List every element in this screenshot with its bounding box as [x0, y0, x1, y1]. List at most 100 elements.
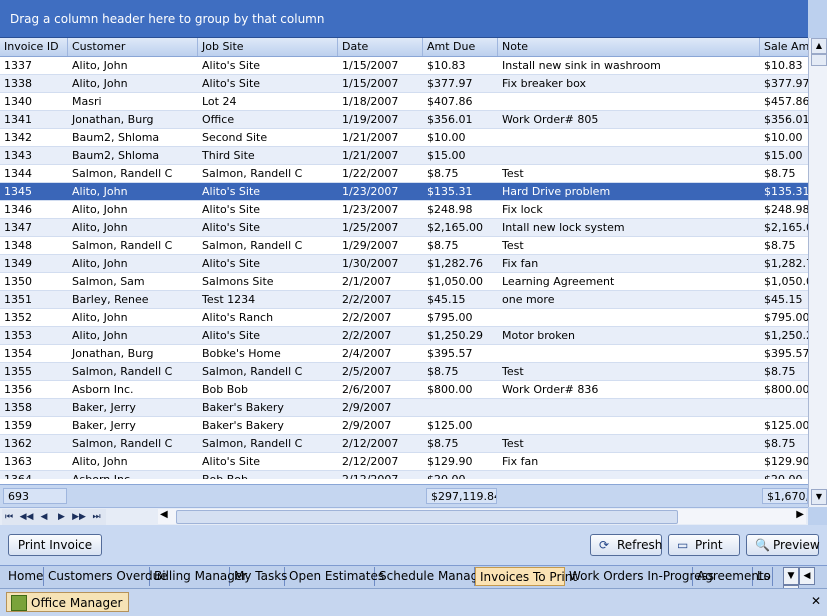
preview-button[interactable]: 🔍 Preview: [746, 534, 820, 556]
table-cell: Test: [502, 239, 524, 252]
column-header-invoice-id[interactable]: Invoice ID: [0, 38, 68, 56]
table-row[interactable]: 1350 Salmon, Sam Salmons Site 2/1/2007 $1,05…: [0, 273, 808, 291]
table-cell: $125.00: [764, 419, 808, 432]
print-button[interactable]: ▭ Print: [668, 534, 740, 556]
table-row[interactable]: 1358 Baker, Jerry Baker's Bakery 2/9/2007: [0, 399, 808, 417]
table-cell: $377.97: [427, 77, 473, 90]
tab-schedule-manager[interactable]: Schedule Manager: [375, 567, 491, 586]
tab-work-orders-in-progress[interactable]: Work Orders In-Progress: [565, 567, 714, 586]
table-cell: Alito, John: [72, 257, 128, 270]
table-cell: Baum2, Shloma: [72, 149, 160, 162]
first-page-icon[interactable]: ⏮: [2, 510, 16, 524]
invoice-grid: Invoice ID Customer Job Site Date Amt Du…: [0, 38, 808, 507]
scroll-left-icon[interactable]: ◀: [160, 509, 168, 520]
table-cell: Alito's Site: [202, 185, 261, 198]
table-cell: 1343: [4, 149, 32, 162]
table-cell: 1351: [4, 293, 32, 306]
last-page-icon[interactable]: ⏭: [90, 510, 104, 524]
scroll-right-icon[interactable]: ▶: [796, 509, 804, 520]
table-row[interactable]: 1347 Alito, John Alito's Site 1/25/2007 $2,1…: [0, 219, 808, 237]
table-cell: Baker, Jerry: [72, 401, 136, 414]
refresh-button[interactable]: ⟳ Refresh: [590, 534, 662, 556]
print-invoice-button[interactable]: Print Invoice: [8, 534, 102, 556]
table-cell: Motor broken: [502, 329, 575, 342]
tab-agreements[interactable]: Agreements: [693, 567, 770, 586]
table-row[interactable]: 1354 Jonathan, Burg Bobke's Home 2/4/2007 $3…: [0, 345, 808, 363]
table-row[interactable]: 1349 Alito, John Alito's Site 1/30/2007 $1,2…: [0, 255, 808, 273]
horizontal-scrollbar[interactable]: ◀ ▶: [158, 509, 806, 524]
table-cell: Alito's Site: [202, 77, 261, 90]
table-cell: Hard Drive problem: [502, 185, 611, 198]
table-row[interactable]: 1337 Alito, John Alito's Site 1/15/2007 $10.…: [0, 57, 808, 75]
table-cell: $129.90: [427, 455, 473, 468]
vertical-scrollbar[interactable]: ▲ ▼: [808, 38, 827, 507]
table-cell: 1354: [4, 347, 32, 360]
table-cell: 2/12/2007: [342, 455, 399, 468]
column-header-date[interactable]: Date: [338, 38, 423, 56]
column-header-amt-due[interactable]: Amt Due: [423, 38, 498, 56]
table-row[interactable]: 1359 Baker, Jerry Baker's Bakery 2/9/2007 $1…: [0, 417, 808, 435]
record-navigator: ⏮ ◀◀ ◀ ▶ ▶▶ ⏭ ↻ ◀ ▶: [0, 507, 808, 537]
table-row[interactable]: 1362 Salmon, Randell C Salmon, Randell C 2/…: [0, 435, 808, 453]
table-row[interactable]: 1348 Salmon, Randell C Salmon, Randell C 1/…: [0, 237, 808, 255]
table-row[interactable]: 1345 Alito, John Alito's Site 1/23/2007 $135…: [0, 183, 808, 201]
tab-billing-manager[interactable]: Billing Manager: [150, 567, 247, 586]
table-cell: $356.01: [427, 113, 473, 126]
table-row[interactable]: 1363 Alito, John Alito's Site 2/12/2007 $129…: [0, 453, 808, 471]
table-row[interactable]: 1342 Baum2, Shloma Second Site 1/21/2007 $10…: [0, 129, 808, 147]
table-row[interactable]: 1356 Asborn Inc. Bob Bob 2/6/2007 $800.00 Wor…: [0, 381, 808, 399]
column-header-note[interactable]: Note: [498, 38, 760, 56]
table-row[interactable]: 1340 Masri Lot 24 1/18/2007 $407.86 $457.86: [0, 93, 808, 111]
prev-page-icon[interactable]: ◀◀: [20, 510, 34, 524]
table-cell: 2/2/2007: [342, 293, 392, 306]
column-header-job-site[interactable]: Job Site: [198, 38, 338, 56]
table-cell: 1356: [4, 383, 32, 396]
table-row[interactable]: 1352 Alito, John Alito's Ranch 2/2/2007 $795…: [0, 309, 808, 327]
table-row[interactable]: 1346 Alito, John Alito's Site 1/23/2007 $248…: [0, 201, 808, 219]
table-cell: $20.00: [423, 471, 498, 479]
table-row[interactable]: 1353 Alito, John Alito's Site 2/2/2007 $1,25…: [0, 327, 808, 345]
table-cell: $1,050.00: [764, 275, 808, 288]
table-cell: 1347: [4, 221, 32, 234]
close-icon[interactable]: ✕: [809, 594, 823, 608]
tab-my-tasks[interactable]: My Tasks: [230, 567, 287, 586]
scroll-thumb[interactable]: [811, 54, 827, 66]
table-row[interactable]: 1355 Salmon, Randell C Salmon, Randell C 2/…: [0, 363, 808, 381]
navigator-buttons: ⏮ ◀◀ ◀ ▶ ▶▶ ⏭ ↻: [2, 509, 106, 537]
table-cell: 1/21/2007: [342, 131, 399, 144]
table-cell: 1/30/2007: [342, 257, 399, 270]
table-row[interactable]: 1364Asborn Inc.Bob Bob2/12/2007$20.00$20…: [0, 471, 808, 479]
table-row[interactable]: 1351 Barley, Renee Test 1234 2/2/2007 $45.15…: [0, 291, 808, 309]
table-cell: 2/4/2007: [342, 347, 392, 360]
scroll-down-icon[interactable]: ▼: [811, 489, 827, 505]
tab-dropdown-icon[interactable]: ▼: [783, 567, 799, 585]
table-cell: Test: [502, 365, 524, 378]
scroll-up-icon[interactable]: ▲: [811, 38, 827, 54]
next-record-icon[interactable]: ▶: [55, 510, 69, 524]
table-cell: Salmon, Randell C: [72, 167, 173, 180]
tab-invoices-to-print[interactable]: Invoices To Print: [475, 567, 577, 586]
tab-scroll-left-icon[interactable]: ◀: [799, 567, 815, 585]
table-row[interactable]: 1338 Alito, John Alito's Site 1/15/2007 $377…: [0, 75, 808, 93]
horizontal-scroll-thumb[interactable]: [176, 510, 678, 524]
tab-open-estimates[interactable]: Open Estimates: [285, 567, 384, 586]
table-cell: Work Order# 805: [502, 113, 599, 126]
table-cell: $8.75: [764, 365, 796, 378]
table-row[interactable]: 1341 Jonathan, Burg Office 1/19/2007 $356.01…: [0, 111, 808, 129]
table-cell: $8.75: [427, 239, 459, 252]
group-by-panel[interactable]: Drag a column header here to group by th…: [0, 0, 808, 38]
summary-count: 693: [3, 488, 67, 504]
tab-customers-overdue[interactable]: Customers Overdue: [44, 567, 168, 586]
table-row[interactable]: 1344 Salmon, Randell C Salmon, Randell C 1/…: [0, 165, 808, 183]
tab-home[interactable]: Home: [4, 567, 44, 586]
next-page-icon[interactable]: ▶▶: [72, 510, 86, 524]
tab-lo[interactable]: Lo: [753, 567, 773, 586]
taskbar-office-manager[interactable]: Office Manager: [6, 592, 130, 612]
column-header-sale-amt[interactable]: Sale Amt: [760, 38, 808, 56]
table-row[interactable]: 1343 Baum2, Shloma Third Site 1/21/2007 $15.…: [0, 147, 808, 165]
column-header-customer[interactable]: Customer: [68, 38, 198, 56]
table-cell: Baum2, Shloma: [72, 131, 160, 144]
table-cell: $395.57: [764, 347, 808, 360]
table-cell: Salmon, Randell C: [72, 365, 173, 378]
prev-record-icon[interactable]: ◀: [37, 510, 51, 524]
